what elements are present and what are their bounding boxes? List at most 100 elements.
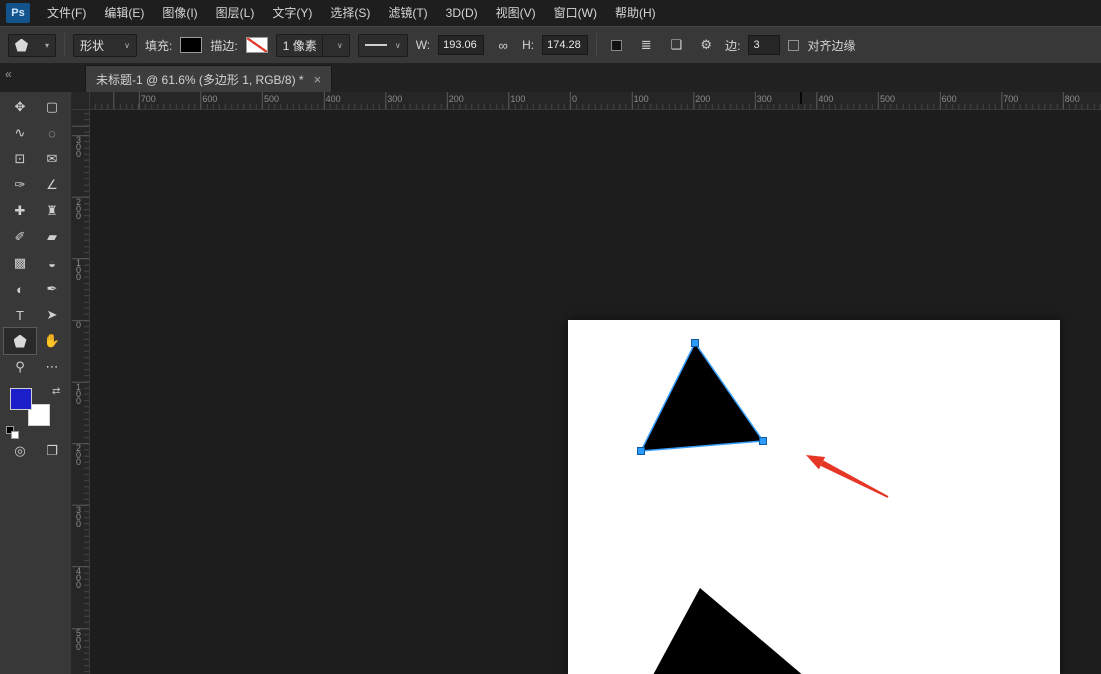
polygon-sides-input[interactable]	[748, 35, 780, 55]
v-ruler-label: 4 0 0	[76, 568, 81, 589]
v-ruler-label: 5 0 0	[76, 630, 81, 651]
menu-item-10[interactable]: 帮助(H)	[606, 0, 665, 26]
eyedropper-tool[interactable]: ✑	[4, 172, 36, 198]
polygon-preset-icon	[15, 39, 28, 52]
horizontal-ruler[interactable]: 7006005004003002001000100200300400500600…	[90, 92, 1101, 110]
swap-colors-icon[interactable]: ⇄	[52, 386, 60, 397]
partial-polygon-shape[interactable]	[646, 588, 818, 674]
menu-item-3[interactable]: 图层(L)	[207, 0, 264, 26]
lasso-tool[interactable]: ∿	[4, 120, 36, 146]
fill-label: 填充:	[145, 37, 172, 54]
menu-item-6[interactable]: 滤镜(T)	[379, 0, 436, 26]
menu-item-1[interactable]: 编辑(E)	[95, 0, 153, 26]
menu-item-0[interactable]: 文件(F)	[38, 0, 95, 26]
workspace[interactable]	[90, 110, 1101, 674]
menu-item-2[interactable]: 图像(I)	[153, 0, 206, 26]
menu-item-5[interactable]: 选择(S)	[321, 0, 379, 26]
canvas[interactable]	[568, 320, 1060, 674]
shape-height-input[interactable]	[542, 35, 588, 55]
v-ruler-label: 1 0 0	[76, 384, 81, 405]
chevron-down-icon: ∨	[337, 41, 343, 50]
type-tool[interactable]: T	[4, 302, 36, 328]
tools-panel: ✥▢∿◌⊡✉✑∠✚♜✐▰▩◒◐✒T➤✋⚲⋯ ⇄ ◎❐	[0, 92, 72, 674]
menu-item-8[interactable]: 视图(V)	[487, 0, 545, 26]
menu-items: 文件(F)编辑(E)图像(I)图层(L)文字(Y)选择(S)滤镜(T)3D(D)…	[38, 0, 665, 26]
menu-item-7[interactable]: 3D(D)	[437, 0, 487, 26]
vertical-ruler[interactable]: 3 0 02 0 01 0 001 0 02 0 03 0 04 0 05 0 …	[72, 110, 90, 674]
blur-tool[interactable]: ◒	[36, 250, 68, 276]
tool-mode-value: 形状	[80, 37, 104, 54]
menu-bar: Ps 文件(F)编辑(E)图像(I)图层(L)文字(Y)选择(S)滤镜(T)3D…	[0, 0, 1101, 26]
anchor-handle[interactable]	[760, 438, 767, 445]
gear-icon[interactable]: ⚙	[695, 34, 717, 56]
annotation-arrow-shaft	[821, 461, 889, 498]
shape-width-input[interactable]	[438, 35, 484, 55]
menu-item-4[interactable]: 文字(Y)	[263, 0, 321, 26]
align-edges-checkbox[interactable]	[788, 40, 799, 51]
screen-mode-button[interactable]: ❐	[36, 438, 68, 464]
fill-color-swatch[interactable]	[180, 37, 202, 53]
h-ruler-label: 700	[141, 94, 156, 104]
anchor-handle[interactable]	[692, 340, 699, 347]
line-style-icon	[365, 44, 387, 46]
document-tab[interactable]: 未标题-1 @ 61.6% (多边形 1, RGB/8) * ×	[85, 65, 332, 92]
stroke-type-dropdown[interactable]: ∨	[358, 34, 408, 57]
move-tool[interactable]: ✥	[4, 94, 36, 120]
v-ruler-label: 1 0 0	[76, 260, 81, 281]
pen-tool[interactable]: ✒	[36, 276, 68, 302]
foreground-color-swatch[interactable]	[10, 388, 32, 410]
anchor-handle[interactable]	[638, 448, 645, 455]
clone-stamp-tool[interactable]: ♜	[36, 198, 68, 224]
polygon-shape-tool[interactable]	[4, 328, 36, 354]
h-ruler-label: 100	[510, 94, 525, 104]
annotation-arrow-head	[806, 455, 825, 469]
v-ruler-label: 2 0 0	[76, 445, 81, 466]
h-ruler-label: 500	[880, 94, 895, 104]
height-label: H:	[522, 38, 534, 52]
quick-mask-button[interactable]: ◎	[4, 438, 36, 464]
dodge-tool[interactable]: ◐	[4, 276, 36, 302]
path-operations-button[interactable]	[605, 34, 627, 56]
quick-selection-tool[interactable]: ◌	[36, 120, 68, 146]
chevron-down-icon: ∨	[395, 41, 401, 50]
ruler-tool[interactable]: ∠	[36, 172, 68, 198]
menu-item-9[interactable]: 窗口(W)	[545, 0, 606, 26]
zoom-tool[interactable]: ⚲	[4, 354, 36, 380]
healing-brush-tool[interactable]: ✚	[4, 198, 36, 224]
slice-tool[interactable]: ✉	[36, 146, 68, 172]
brush-tool[interactable]: ✐	[4, 224, 36, 250]
ruler-corner[interactable]	[72, 92, 90, 110]
eraser-tool[interactable]: ▰	[36, 224, 68, 250]
document-tab-bar: « 未标题-1 @ 61.6% (多边形 1, RGB/8) * ×	[0, 64, 1101, 92]
path-arrangement-button[interactable]: ❏	[665, 34, 687, 56]
marquee-tool[interactable]: ▢	[36, 94, 68, 120]
h-ruler-label: 500	[264, 94, 279, 104]
chevron-down-icon: ∨	[124, 41, 130, 50]
h-ruler-label: 400	[326, 94, 341, 104]
preset-caret-icon: ▾	[45, 41, 49, 50]
separator	[596, 33, 597, 57]
polygon-shape-icon	[14, 335, 27, 348]
tools-grid: ✥▢∿◌⊡✉✑∠✚♜✐▰▩◒◐✒T➤✋⚲⋯	[4, 94, 68, 380]
h-ruler-label: 100	[634, 94, 649, 104]
width-label: W:	[416, 38, 430, 52]
more-tools[interactable]: ⋯	[36, 354, 68, 380]
stroke-width-dropdown[interactable]: 1 像素 ∨	[276, 34, 350, 57]
canvas-svg	[568, 320, 1060, 674]
sides-label: 边:	[725, 37, 740, 54]
hand-tool[interactable]: ✋	[36, 328, 68, 354]
tool-mode-dropdown[interactable]: 形状 ∨	[73, 34, 137, 57]
stroke-color-swatch[interactable]	[246, 37, 268, 53]
close-icon[interactable]: ×	[314, 73, 322, 86]
tool-preset-dropdown[interactable]: ▾	[8, 34, 56, 57]
link-dimensions-icon[interactable]: ∞	[492, 34, 514, 56]
h-ruler-label: 600	[202, 94, 217, 104]
path-alignment-button[interactable]: ≣	[635, 34, 657, 56]
path-selection-tool[interactable]: ➤	[36, 302, 68, 328]
document-tab-title: 未标题-1 @ 61.6% (多边形 1, RGB/8) *	[96, 71, 304, 88]
selected-polygon-shape[interactable]	[641, 343, 763, 451]
gradient-tool[interactable]: ▩	[4, 250, 36, 276]
separator	[322, 35, 323, 56]
collapse-panels-icon[interactable]: «	[5, 67, 12, 81]
crop-tool[interactable]: ⊡	[4, 146, 36, 172]
